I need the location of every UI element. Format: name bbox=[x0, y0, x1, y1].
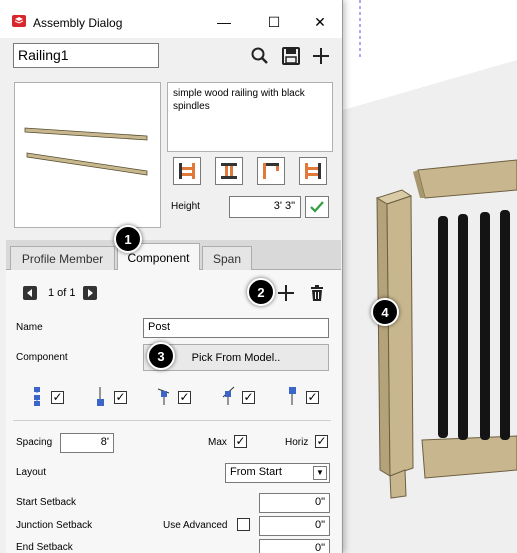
prev-component-button[interactable] bbox=[23, 286, 37, 300]
chevron-down-icon: ▼ bbox=[313, 466, 327, 480]
orient-center-button[interactable] bbox=[215, 157, 243, 185]
close-button[interactable]: ✕ bbox=[297, 8, 342, 36]
junction-setback-label: Junction Setback bbox=[16, 520, 93, 531]
tab-profile-member[interactable]: Profile Member bbox=[10, 246, 115, 270]
orient-left-button[interactable] bbox=[173, 157, 201, 185]
tab-bar: Profile Member Component Span bbox=[6, 240, 341, 271]
snap-top-icon bbox=[289, 387, 296, 405]
tab-span[interactable]: Span bbox=[202, 246, 252, 270]
search-icon[interactable] bbox=[250, 46, 270, 66]
horiz-label: Horiz bbox=[285, 437, 309, 448]
post-left-icon bbox=[179, 163, 195, 179]
next-component-button[interactable] bbox=[83, 286, 97, 300]
snap-bottom-checkbox[interactable]: ✓ bbox=[114, 391, 127, 404]
start-setback-label: Start Setback bbox=[16, 497, 77, 508]
callout-marker-1: 1 bbox=[114, 225, 142, 253]
post-right-icon bbox=[305, 163, 321, 179]
page-indicator: 1 of 1 bbox=[48, 287, 76, 299]
component-label: Component bbox=[16, 352, 68, 363]
assembly-dialog: Assembly Dialog — ☐ ✕ Railing1 simple wo… bbox=[0, 0, 343, 553]
spacing-input[interactable]: 8' bbox=[60, 433, 114, 453]
orient-corner-button[interactable] bbox=[257, 157, 285, 185]
layout-dropdown[interactable]: From Start ▼ bbox=[225, 463, 330, 483]
height-label: Height bbox=[171, 201, 200, 212]
snap-slope-icon bbox=[222, 386, 235, 405]
callout-marker-4: 4 bbox=[371, 298, 399, 326]
max-label: Max bbox=[208, 437, 227, 448]
max-checkbox[interactable]: ✓ bbox=[234, 435, 247, 448]
height-input[interactable]: 3' 3" bbox=[229, 196, 301, 218]
triangle-right-icon bbox=[88, 289, 93, 297]
snap-angled-checkbox[interactable]: ✓ bbox=[178, 391, 191, 404]
save-icon[interactable] bbox=[281, 46, 301, 66]
minimize-button[interactable]: — bbox=[201, 8, 247, 36]
end-setback-input[interactable]: 0" bbox=[259, 539, 330, 553]
spacing-label: Spacing bbox=[16, 437, 53, 448]
minimize-icon: — bbox=[217, 14, 231, 30]
window-title: Assembly Dialog bbox=[33, 16, 123, 30]
callout-marker-2: 2 bbox=[247, 278, 275, 306]
title-bar: Assembly Dialog — ☐ ✕ bbox=[0, 0, 342, 38]
snap-top-checkbox[interactable]: ✓ bbox=[306, 391, 319, 404]
use-advanced-checkbox[interactable] bbox=[237, 518, 250, 531]
assembly-header: Railing1 bbox=[0, 38, 342, 74]
layout-selected-value: From Start bbox=[230, 466, 282, 478]
end-setback-label: End Setback bbox=[16, 542, 73, 553]
junction-setback-input[interactable]: 0" bbox=[259, 516, 330, 536]
triangle-left-icon bbox=[27, 289, 32, 297]
horiz-checkbox[interactable]: ✓ bbox=[315, 435, 328, 448]
name-label: Name bbox=[16, 322, 43, 333]
corner-icon bbox=[263, 163, 279, 179]
description-box[interactable]: simple wood railing with black spindles bbox=[167, 82, 333, 152]
add-component-icon[interactable] bbox=[277, 284, 295, 302]
snap-bottom-icon bbox=[97, 387, 104, 406]
orient-right-button[interactable] bbox=[299, 157, 327, 185]
maximize-icon: ☐ bbox=[267, 13, 281, 30]
checkmark-icon bbox=[310, 201, 324, 213]
start-setback-input[interactable]: 0" bbox=[259, 493, 330, 513]
snap-along-checkbox[interactable]: ✓ bbox=[51, 391, 64, 404]
assembly-preview bbox=[14, 82, 161, 228]
maximize-button[interactable]: ☐ bbox=[251, 8, 297, 36]
app-logo-icon bbox=[12, 15, 26, 27]
assembly-name-input[interactable]: Railing1 bbox=[13, 43, 159, 68]
component-name-input[interactable]: Post bbox=[143, 318, 329, 338]
snap-angled-icon bbox=[157, 388, 170, 405]
snap-slope-checkbox[interactable]: ✓ bbox=[242, 391, 255, 404]
preview-image bbox=[24, 127, 148, 176]
height-confirm-button[interactable] bbox=[305, 196, 329, 218]
section-divider bbox=[13, 420, 331, 421]
add-icon[interactable] bbox=[311, 46, 331, 66]
callout-marker-3: 3 bbox=[147, 342, 175, 370]
trash-icon[interactable] bbox=[309, 284, 325, 302]
snap-along-icon bbox=[34, 387, 40, 406]
layout-label: Layout bbox=[16, 467, 47, 478]
close-icon: ✕ bbox=[314, 13, 326, 30]
use-advanced-label: Use Advanced bbox=[163, 520, 228, 531]
post-center-icon bbox=[221, 163, 237, 179]
